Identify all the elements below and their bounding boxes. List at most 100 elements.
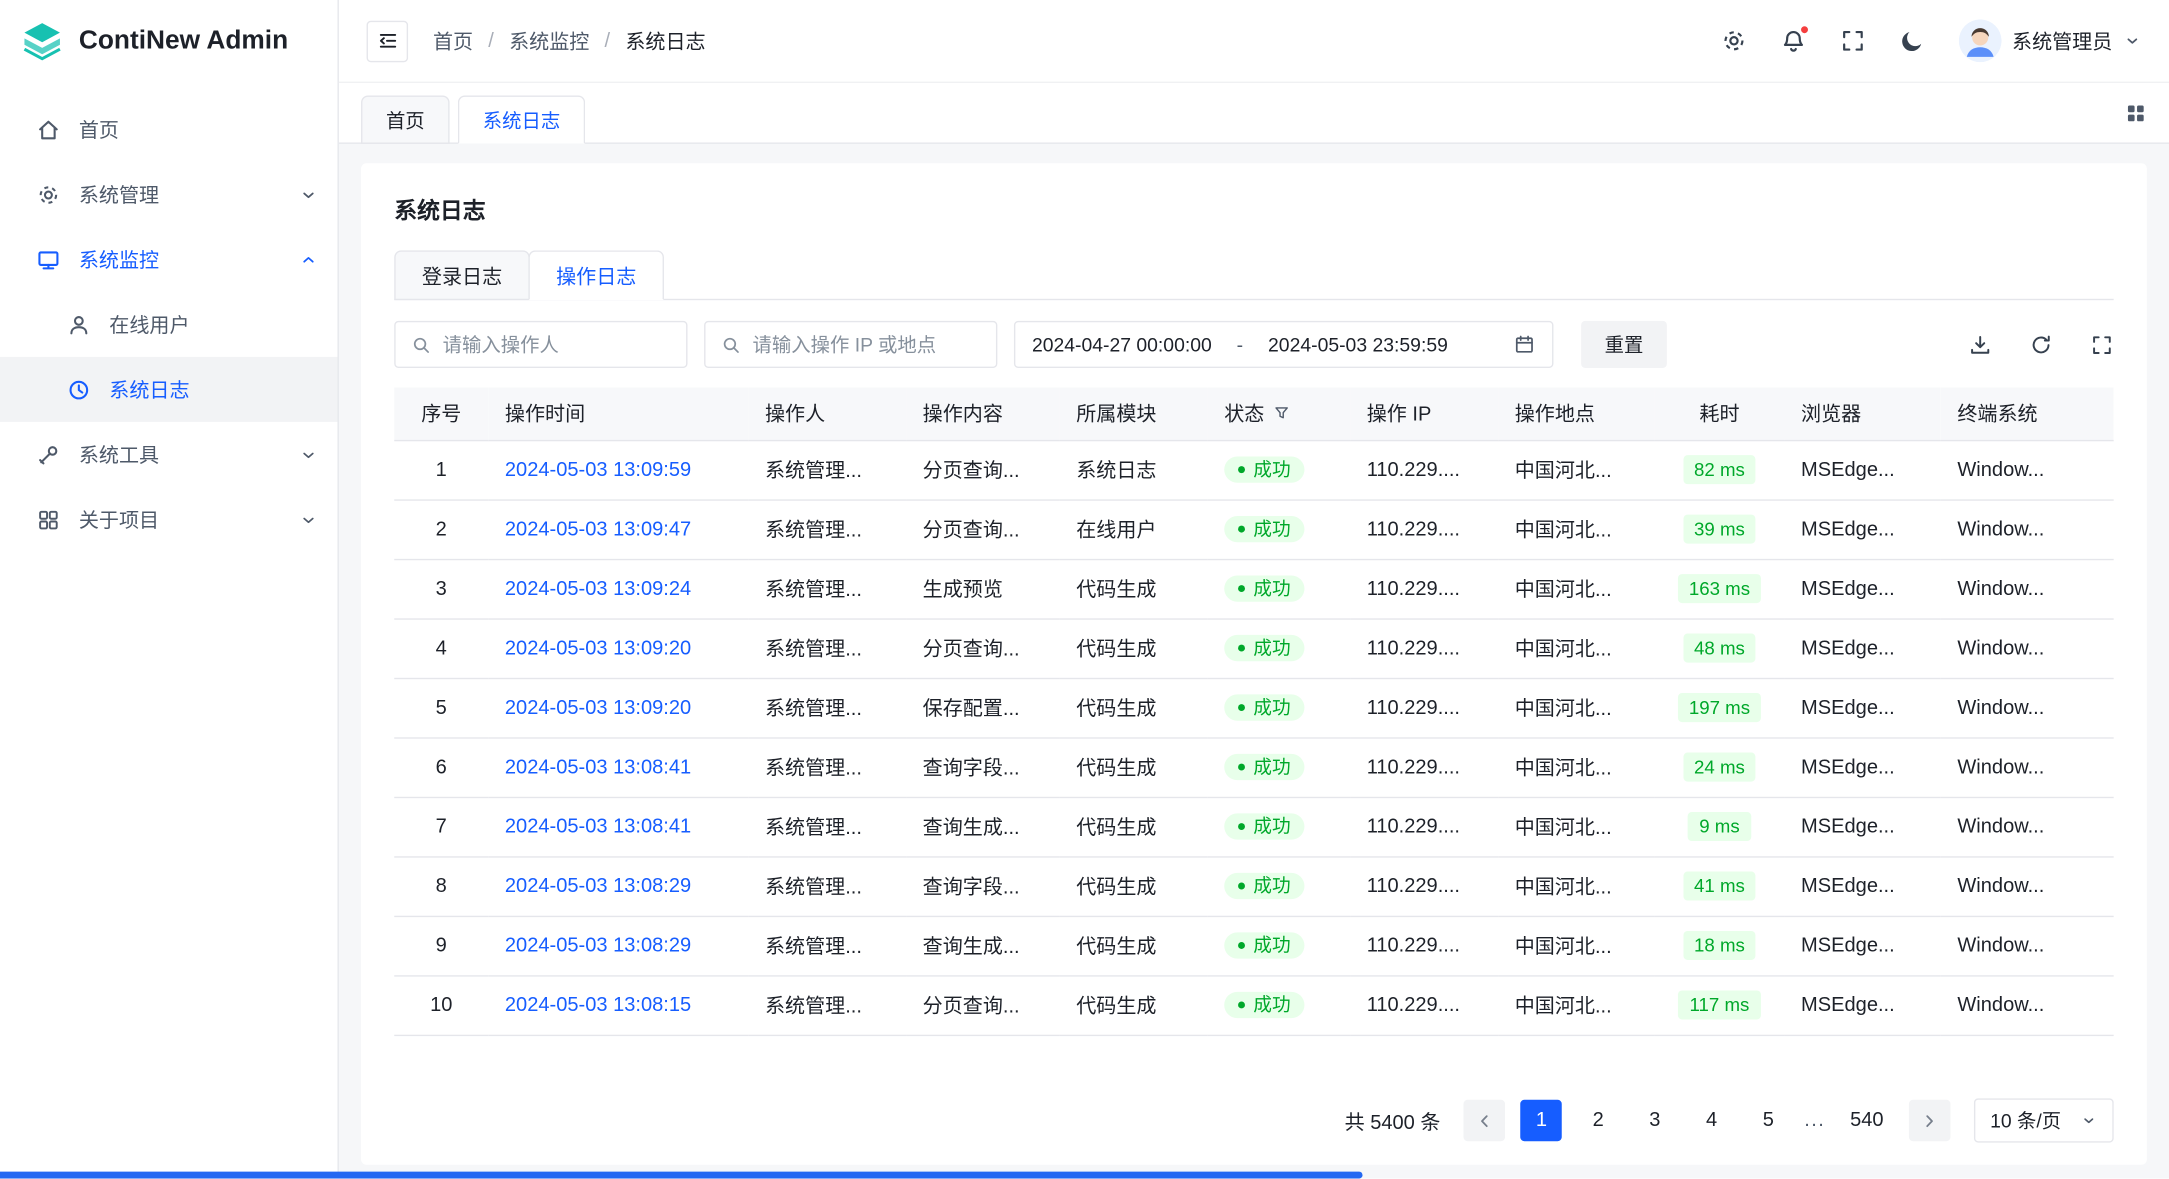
cell-module: 系统日志: [1060, 440, 1208, 499]
pagination-prev-button[interactable]: [1464, 1100, 1505, 1141]
operator-search-field[interactable]: [394, 321, 687, 368]
cell-module: 代码生成: [1060, 975, 1208, 1034]
cell-browser: MSEdge...: [1784, 559, 1940, 618]
dark-mode-moon-icon[interactable]: [1899, 28, 1925, 54]
log-detail-link[interactable]: 2024-05-03 13:09:59: [505, 459, 691, 481]
cell-content: 查询字段...: [906, 856, 1060, 915]
pagination-page-4[interactable]: 4: [1691, 1100, 1732, 1141]
log-detail-link[interactable]: 2024-05-03 13:09:47: [505, 518, 691, 540]
log-detail-link[interactable]: 2024-05-03 13:08:41: [505, 815, 691, 837]
refresh-icon[interactable]: [2029, 333, 2053, 357]
app-title: ContiNew Admin: [79, 26, 288, 56]
cell-ip: 110.229....: [1350, 559, 1498, 618]
filter-toolbar: 2024-04-27 00:00:00 - 2024-05-03 23:59:5…: [394, 321, 2113, 368]
topbar-actions: 系统管理员: [1720, 19, 2141, 62]
status-badge: 成功: [1224, 694, 1304, 721]
cell-module: 代码生成: [1060, 856, 1208, 915]
ip-search-field[interactable]: [704, 321, 997, 368]
cell-content: 分页查询...: [906, 975, 1060, 1034]
status-dot: [1238, 645, 1245, 652]
sidebar-item-home[interactable]: 首页: [0, 97, 338, 162]
sidebar-item-about-project[interactable]: 关于项目: [0, 487, 338, 552]
app-logo-icon: [19, 19, 65, 65]
duration-badge: 39 ms: [1683, 514, 1756, 544]
horizontal-scrollbar-thumb[interactable]: [0, 1172, 1363, 1179]
expand-icon[interactable]: [2090, 333, 2114, 357]
duration-badge: 82 ms: [1683, 455, 1756, 485]
sidebar-item-system-logs[interactable]: 系统日志: [0, 357, 338, 422]
cell-operator: 系统管理...: [748, 975, 906, 1034]
pagination-next-button[interactable]: [1908, 1100, 1949, 1141]
status-filter-funnel-icon[interactable]: [1273, 404, 1291, 422]
breadcrumb-item[interactable]: 系统监控: [509, 26, 589, 55]
chevron-left-icon: [1476, 1111, 1494, 1129]
sidebar-item-system-tools[interactable]: 系统工具: [0, 422, 338, 487]
log-detail-link[interactable]: 2024-05-03 13:08:29: [505, 934, 691, 956]
log-detail-link[interactable]: 2024-05-03 13:09:20: [505, 696, 691, 718]
cell-content: 查询生成...: [906, 916, 1060, 975]
tool-icon: [36, 442, 61, 467]
cell-ip: 110.229....: [1350, 499, 1498, 558]
duration-badge: 41 ms: [1683, 871, 1756, 901]
tab-home[interactable]: 首页: [361, 95, 450, 143]
table-row: 92024-05-03 13:08:29系统管理...查询生成...代码生成成功…: [394, 916, 2113, 975]
pagination-pages: 12345... 540: [1521, 1100, 1894, 1141]
logo[interactable]: ContiNew Admin: [0, 0, 338, 83]
date-range-picker[interactable]: 2024-04-27 00:00:00 - 2024-05-03 23:59:5…: [1014, 321, 1553, 368]
log-detail-link[interactable]: 2024-05-03 13:09:20: [505, 637, 691, 659]
reset-button[interactable]: 重置: [1581, 321, 1667, 368]
home-icon: [36, 117, 61, 142]
breadcrumb-item[interactable]: 首页: [433, 26, 473, 55]
cell-index: 2: [394, 499, 488, 558]
pagination-page-540[interactable]: 540: [1840, 1100, 1893, 1141]
pagination-page-1[interactable]: 1: [1521, 1100, 1562, 1141]
menu-fold-icon: [376, 29, 400, 53]
cell-operator: 系统管理...: [748, 678, 906, 737]
tab-operation-logs[interactable]: 操作日志: [528, 250, 664, 300]
tab-label: 首页: [386, 106, 425, 134]
cell-os: Window...: [1941, 499, 2114, 558]
cell-index: 10: [394, 975, 488, 1034]
log-detail-link[interactable]: 2024-05-03 13:08:15: [505, 994, 691, 1016]
status-text: 成功: [1253, 936, 1290, 955]
column-header-duration: 耗时: [1654, 387, 1784, 440]
pagination-page-2[interactable]: 2: [1577, 1100, 1618, 1141]
settings-gear-icon[interactable]: [1720, 28, 1746, 54]
cell-duration: 48 ms: [1654, 618, 1784, 677]
cell-duration: 24 ms: [1654, 737, 1784, 796]
download-icon[interactable]: [1968, 333, 1992, 357]
tab-login-logs[interactable]: 登录日志: [394, 250, 530, 300]
pagination-ellipsis[interactable]: ...: [1804, 1109, 1825, 1131]
fullscreen-icon[interactable]: [1839, 28, 1865, 54]
cell-duration: 82 ms: [1654, 440, 1784, 499]
ip-search-input[interactable]: [753, 333, 981, 355]
duration-badge: 24 ms: [1683, 752, 1756, 782]
cell-index: 8: [394, 856, 488, 915]
app-window: ContiNew Admin 首页 系统管理: [0, 0, 2169, 1179]
table-row: 42024-05-03 13:09:20系统管理...分页查询...代码生成成功…: [394, 618, 2113, 677]
sidebar-item-system-management[interactable]: 系统管理: [0, 162, 338, 227]
page-size-select[interactable]: 10 条/页: [1973, 1098, 2113, 1142]
column-header-index: 序号: [394, 387, 488, 440]
log-detail-link[interactable]: 2024-05-03 13:09:24: [505, 578, 691, 600]
pagination-page-3[interactable]: 3: [1634, 1100, 1675, 1141]
cell-index: 7: [394, 797, 488, 856]
sidebar-collapse-button[interactable]: [367, 20, 408, 61]
tab-actions-grid-icon[interactable]: [2125, 83, 2147, 142]
cell-browser: MSEdge...: [1784, 678, 1940, 737]
column-header-content: 操作内容: [906, 387, 1060, 440]
page-tabbar: 首页 系统日志: [339, 83, 2169, 144]
log-detail-link[interactable]: 2024-05-03 13:08:41: [505, 756, 691, 778]
sidebar-item-system-monitor[interactable]: 系统监控: [0, 227, 338, 292]
user-menu[interactable]: 系统管理员: [1958, 19, 2141, 62]
cell-content: 分页查询...: [906, 440, 1060, 499]
operator-search-input[interactable]: [443, 333, 671, 355]
sidebar-item-online-users[interactable]: 在线用户: [0, 292, 338, 357]
tab-system-logs[interactable]: 系统日志: [458, 95, 585, 143]
tab-label: 登录日志: [422, 261, 502, 290]
notification-bell-icon[interactable]: [1780, 28, 1806, 54]
cell-time: 2024-05-03 13:08:41: [488, 737, 748, 796]
pagination-page-5[interactable]: 5: [1748, 1100, 1789, 1141]
cell-os: Window...: [1941, 737, 2114, 796]
log-detail-link[interactable]: 2024-05-03 13:08:29: [505, 875, 691, 897]
